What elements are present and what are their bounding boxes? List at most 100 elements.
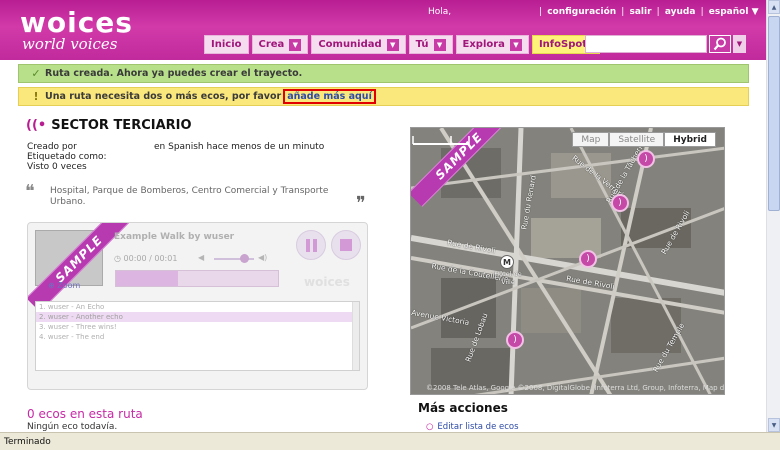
warning-message: ! Una ruta necesita dos o más ecos, por … [18,87,749,106]
map-type-satellite[interactable]: Satellite [609,132,665,147]
echo-icon: ) [506,331,524,349]
nav-label: Inicio [211,39,242,50]
stop-button[interactable] [331,230,361,260]
settings-link[interactable]: configuración [547,7,616,17]
player-watermark: woices [304,275,350,289]
dropdown-arrow-icon[interactable]: ▼ [386,38,399,51]
scroll-down-arrow-icon[interactable]: ▼ [768,418,780,432]
playlist-item[interactable]: 2. wuser - Another echo [36,312,359,322]
search-options-dropdown[interactable]: ▼ [733,35,746,53]
no-ecos-text: Ningún eco todavía. [27,422,118,432]
route-tags: Hospital, Parque de Bomberos, Centro Com… [50,186,329,207]
vertical-scrollbar[interactable]: ▲ ▼ [766,0,780,432]
playlist-item[interactable]: 1. wuser - An Echo [36,302,359,312]
map-scale-bar [412,136,470,145]
edit-ecos-link[interactable]: ○ Editar lista de ecos [426,422,519,432]
hotel-label: Hôtel de Ville [494,270,522,286]
sound-wave-icon: ((• [26,118,47,133]
nav-label: Tú [415,39,429,50]
map-pin[interactable]: ) [579,250,599,274]
main-nav: Inicio Crea ▼ Comunidad ▼ Tú ▼ Explora ▼ Inf… [204,35,600,54]
site-header: woices world voices Hola, | configuració… [0,0,766,60]
search-button[interactable] [709,35,731,53]
bullet-icon: ○ [426,422,434,432]
checkmark-icon: ✓ [31,67,41,80]
volume-high-icon: ◀) [258,253,268,262]
success-message: ✓ Ruta creada. Ahora ya puedes crear el … [18,64,749,83]
site-logo[interactable]: woices world voices [20,6,133,53]
playlist-scrollbar[interactable] [352,302,359,370]
progress-fill [116,271,178,286]
scroll-up-arrow-icon[interactable]: ▲ [768,0,780,14]
nav-crea[interactable]: Crea ▼ [251,35,309,54]
language-selector[interactable]: español ▼ [709,7,759,17]
volume-knob[interactable] [240,254,249,263]
search-input[interactable] [585,35,707,53]
scrollbar-thumb[interactable] [768,16,780,211]
search-icon [713,37,726,51]
clock-icon: ◷ [114,254,121,263]
map-type-selector: Map Satellite Hybrid [572,132,716,147]
progress-bar[interactable] [115,270,279,287]
help-link[interactable]: ayuda [665,7,696,17]
warning-text: Una ruta necesita dos o más ecos, por fa… [45,91,282,102]
created-info: en Spanish hace menos de un minuto [154,142,325,152]
logout-link[interactable]: salir [629,7,651,17]
map-pin[interactable]: ) [506,331,526,355]
track-title: Example Walk by wuser [114,232,235,242]
divider: | [539,7,543,17]
divider: | [700,7,704,17]
nav-explora[interactable]: Explora ▼ [455,35,529,54]
map-type-map[interactable]: Map [572,132,610,147]
open-quote-icon: ❝ [25,181,35,202]
stop-icon [340,239,352,251]
track-time: ◷ 00:00 / 00:01 [114,254,177,263]
zoom-label: Zoom [57,281,81,290]
echo-icon: ) [637,150,655,168]
volume-low-icon: ◀ [198,253,205,262]
metro-icon: M [500,255,514,269]
nav-inicio[interactable]: Inicio [204,35,249,54]
nav-label: Crea [258,39,285,50]
nav-label: Comunidad [318,39,382,50]
more-actions-heading: Más acciones [418,401,508,415]
route-map[interactable]: Rue de Rivoli Rue de la Verrerie Rue de … [410,127,725,395]
zoom-link[interactable]: ⊕ Zoom [48,281,80,290]
add-more-link[interactable]: añade más aquí [283,89,376,104]
dropdown-arrow-icon[interactable]: ▼ [509,38,522,51]
tagged-label: Etiquetado como: [27,152,107,162]
dropdown-arrow-icon[interactable]: ▼ [289,38,302,51]
playlist: 1. wuser - An Echo 2. wuser - Another ec… [35,301,360,371]
route-title-text: SECTOR TERCIARIO [51,118,192,133]
divider: | [621,7,625,17]
playlist-item[interactable]: 3. wuser - Three wins! [36,322,359,332]
nav-label: Explora [462,39,505,50]
exclamation-icon: ! [33,90,39,103]
status-text: Terminado [4,436,51,447]
nav-tu[interactable]: Tú ▼ [408,35,453,54]
playlist-item[interactable]: 4. wuser - The end [36,332,359,342]
browser-status-bar: Terminado [0,432,780,450]
ecos-count-heading: 0 ecos en esta ruta [27,407,143,421]
dropdown-arrow-icon[interactable]: ▼ [433,38,446,51]
top-links: | configuración | salir | ayuda | españo… [538,7,760,17]
logo-main-text: woices [20,6,133,39]
pause-icon [305,238,317,252]
echo-icon: ) [611,194,629,212]
map-pin[interactable]: ) [611,194,631,218]
logo-tagline: world voices [22,35,118,53]
map-copyright: ©2008 Tele Atlas, Google ©2008, DigitalG… [426,384,725,392]
success-text: Ruta creada. Ahora ya puedes crear el tr… [45,68,303,79]
greeting: Hola, [428,7,452,17]
created-by-label: Creado por [27,142,77,152]
route-title: ((• SECTOR TERCIARIO [26,118,192,133]
pause-button[interactable] [296,230,326,260]
view-count: Visto 0 veces [27,162,87,172]
audio-player: SAMPLE ⊕ Zoom Example Walk by wuser ◷ 00… [27,222,368,390]
map-type-hybrid[interactable]: Hybrid [664,132,716,147]
map-pin[interactable]: ) [637,150,657,174]
zoom-icon: ⊕ [48,281,55,290]
time-text: 00:00 / 00:01 [123,254,178,263]
edit-ecos-link-text: Editar lista de ecos [437,422,519,432]
nav-comunidad[interactable]: Comunidad ▼ [311,35,406,54]
